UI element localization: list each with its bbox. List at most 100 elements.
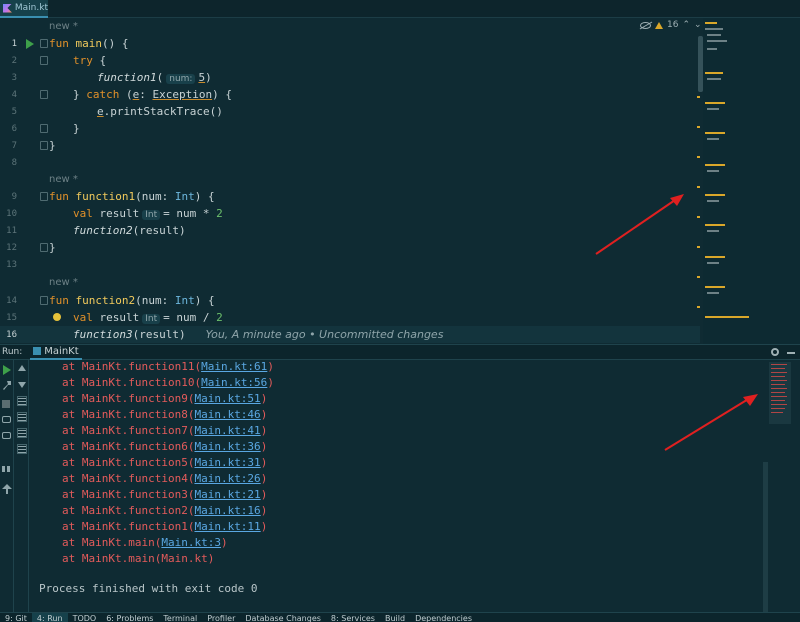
run-label: Run: <box>2 347 23 357</box>
dump-threads-icon[interactable] <box>2 416 11 423</box>
error-stripe-mark[interactable] <box>697 246 700 248</box>
tool-terminal[interactable]: Terminal <box>158 613 202 622</box>
code-text: try { <box>73 54 107 67</box>
code-minimap[interactable] <box>703 18 800 344</box>
code-line-6[interactable]: 6 } <box>0 120 700 137</box>
fold-marker-icon[interactable] <box>40 141 48 150</box>
source-link[interactable]: Main.kt:21 <box>194 488 260 501</box>
line-number: 4 <box>11 89 17 100</box>
source-link[interactable]: Main.kt:56 <box>201 376 267 389</box>
code-line-1[interactable]: 1 fun main() { <box>0 35 700 52</box>
code-vision-hint[interactable]: new * <box>0 171 700 188</box>
error-stripe-mark[interactable] <box>697 126 700 128</box>
source-link[interactable]: Main.kt:61 <box>201 360 267 373</box>
stack-trace-line: at MainKt.function4(Main.kt:26) <box>62 472 268 485</box>
source-link[interactable]: Main.kt:31 <box>194 456 260 469</box>
tool-run[interactable]: 4: Run <box>31 613 68 622</box>
fold-marker-icon[interactable] <box>40 243 48 252</box>
line-number: 9 <box>11 191 17 202</box>
tool-services[interactable]: 8: Services <box>326 613 380 622</box>
fold-marker-icon[interactable] <box>40 296 48 305</box>
fold-marker-icon[interactable] <box>40 39 48 48</box>
tool-todo[interactable]: TODO <box>68 613 102 622</box>
tool-database-changes[interactable]: Database Changes <box>240 613 326 622</box>
stack-trace-line: at MainKt.function3(Main.kt:21) <box>62 488 268 501</box>
tab-main-kt[interactable]: Main.kt <box>0 0 48 18</box>
fold-marker-icon[interactable] <box>40 90 48 99</box>
line-number: 6 <box>11 123 17 134</box>
annotation-arrow-editor <box>595 194 684 255</box>
arrow-down-icon[interactable] <box>18 382 26 388</box>
code-line-16[interactable]: 16 function3(result) You, A minute ago • … <box>0 326 700 343</box>
code-text: fun function1(num: Int) { <box>49 190 215 203</box>
source-link[interactable]: Main.kt:41 <box>194 424 260 437</box>
arrow-up-icon[interactable] <box>18 365 26 371</box>
soft-wrap-icon[interactable] <box>17 396 27 406</box>
source-link[interactable]: Main.kt:16 <box>194 504 260 517</box>
scroll-to-end-icon[interactable] <box>17 412 27 422</box>
code-line-4[interactable]: 4 } catch (e: Exception) { <box>0 86 700 103</box>
tool-build[interactable]: Build <box>380 613 410 622</box>
camera-icon[interactable] <box>2 432 11 439</box>
gear-icon[interactable] <box>771 348 779 356</box>
source-link[interactable]: Main.kt:36 <box>194 440 260 453</box>
code-line-2[interactable]: 2 try { <box>0 52 700 69</box>
error-stripe-mark[interactable] <box>697 96 700 98</box>
console-scrollbar[interactable] <box>763 462 768 612</box>
clear-all-icon[interactable] <box>17 444 27 454</box>
pin-icon[interactable] <box>2 484 12 494</box>
code-line-3[interactable]: 3 function1(num: 5) <box>0 69 700 86</box>
error-stripe-mark[interactable] <box>697 186 700 188</box>
parameter-hint: num: <box>166 74 196 84</box>
minimize-icon[interactable] <box>787 352 795 354</box>
stack-trace-line: at MainKt.function8(Main.kt:46) <box>62 408 268 421</box>
error-stripe-mark[interactable] <box>697 216 700 218</box>
fold-marker-icon[interactable] <box>40 124 48 133</box>
code-vision-hint[interactable]: new * <box>0 18 700 35</box>
annotation-arrow-console <box>664 394 758 451</box>
code-line-7[interactable]: 7 } <box>0 137 700 154</box>
fold-marker-icon[interactable] <box>40 192 48 201</box>
tool-dependencies[interactable]: Dependencies <box>410 613 477 622</box>
tool-profiler[interactable]: Profiler <box>202 613 240 622</box>
code-text: val result Int = num * 2 <box>73 207 223 220</box>
source-link[interactable]: Main.kt:3 <box>161 536 221 549</box>
kotlin-file-icon <box>3 3 12 13</box>
run-gutter-icon[interactable] <box>26 39 34 49</box>
tool-git[interactable]: 9: Git <box>0 613 32 622</box>
source-link[interactable]: Main.kt:26 <box>194 472 260 485</box>
layout-icon[interactable] <box>2 466 12 472</box>
source-link[interactable]: Main.kt:11 <box>194 520 260 533</box>
error-stripe-mark[interactable] <box>697 156 700 158</box>
code-vision-hint[interactable]: new * <box>0 274 700 291</box>
line-number: 1 <box>11 38 17 49</box>
code-line-8[interactable]: 8 <box>0 154 700 171</box>
code-text: } <box>49 241 56 254</box>
error-stripe-mark[interactable] <box>697 306 700 308</box>
stack-trace-line: at MainKt.function10(Main.kt:56) <box>62 376 274 389</box>
stop-icon[interactable] <box>2 400 10 408</box>
tool-problems[interactable]: 6: Problems <box>101 613 158 622</box>
type-hint: Int <box>142 210 161 220</box>
run-tab-mainkt[interactable]: MainKt <box>30 344 82 360</box>
code-editor[interactable]: 16 ⌃ ⌄ new * 1 fun main() { 2 try { 3 fu… <box>0 18 800 344</box>
code-line-14[interactable]: 14 fun function2(num: Int) { <box>0 292 700 309</box>
code-text: val result Int = num / 2 <box>73 311 223 324</box>
stack-trace-line: at MainKt.main(Main.kt:3) <box>62 536 228 549</box>
wrench-icon[interactable] <box>3 381 11 390</box>
source-link[interactable]: Main.kt:51 <box>194 392 260 405</box>
stack-trace-line: at MainKt.function6(Main.kt:36) <box>62 440 268 453</box>
rerun-icon[interactable] <box>3 365 11 375</box>
fold-marker-icon[interactable] <box>40 56 48 65</box>
error-stripe-mark[interactable] <box>697 276 700 278</box>
line-number: 12 <box>6 242 17 253</box>
type-hint: Int <box>142 314 161 324</box>
stack-trace-line: at MainKt.function1(Main.kt:11) <box>62 520 268 533</box>
lightbulb-icon[interactable] <box>53 313 61 321</box>
source-link[interactable]: Main.kt:46 <box>194 408 260 421</box>
code-line-5[interactable]: 5 e.printStackTrace() <box>0 103 700 120</box>
new-hint: new * <box>49 277 78 288</box>
print-icon[interactable] <box>17 428 27 438</box>
code-line-15[interactable]: 15 val result Int = num / 2 <box>0 309 700 326</box>
console-minimap[interactable] <box>769 362 791 424</box>
